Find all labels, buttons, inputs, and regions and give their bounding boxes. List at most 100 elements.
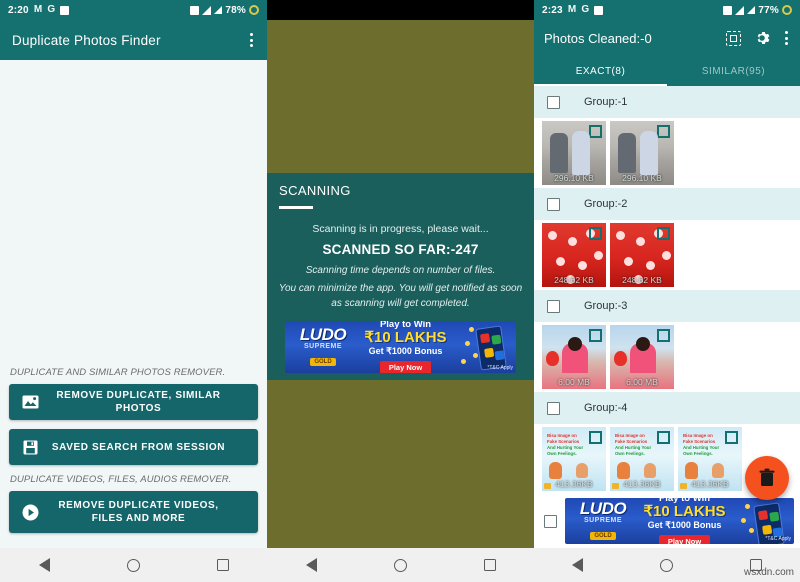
- thumbnail-size: 413.36KB: [555, 479, 593, 489]
- remove-duplicate-videos-button[interactable]: REMOVE DUPLICATE VIDEOS, FILES AND MORE: [9, 491, 258, 533]
- overflow-menu-icon[interactable]: [248, 29, 255, 51]
- group-checkbox[interactable]: [547, 197, 560, 211]
- photo-thumbnail[interactable]: Bisa Image on Fake Scenarios And Hurting…: [542, 427, 606, 491]
- thumbnail-checkbox[interactable]: [589, 329, 602, 342]
- scanning-header: SCANNING: [279, 183, 351, 198]
- balloon-shape: [614, 351, 627, 366]
- ad-line-2: ₹10 LAKHS: [643, 503, 726, 521]
- app-bar-actions: [248, 29, 255, 51]
- play-icon: [19, 501, 41, 523]
- ad-brand-name: LUDO: [299, 325, 347, 344]
- recents-icon[interactable]: [216, 559, 229, 571]
- photos-section-label: DUPLICATE AND SIMILAR PHOTOS REMOVER.: [10, 367, 226, 378]
- remove-duplicate-photos-button[interactable]: REMOVE DUPLICATE, SIMILAR PHOTOS: [9, 384, 258, 420]
- ad-brand-sub: SUPREME: [583, 517, 623, 524]
- group-checkbox[interactable]: [547, 401, 560, 415]
- photo-thumbnail[interactable]: 6.00 MB: [542, 325, 606, 389]
- navigation-bar: [0, 548, 267, 582]
- google-icon: G: [47, 4, 56, 15]
- home-icon[interactable]: [659, 558, 673, 572]
- thumbnail-size: 413.36KB: [623, 479, 661, 489]
- panel-duplicate-photos-finder: 2:20 M G 78% Duplicate Photos Finder DUP…: [0, 0, 267, 582]
- page-title: Duplicate Photos Finder: [12, 32, 161, 48]
- remove-duplicate-videos-label: REMOVE DUPLICATE VIDEOS, FILES AND MORE: [58, 500, 219, 524]
- ad-brand-badge: GOLD: [310, 358, 336, 366]
- thumbnail-checkbox[interactable]: [657, 125, 670, 138]
- ad-row-checkbox[interactable]: [544, 514, 557, 528]
- remove-duplicate-photos-label: REMOVE DUPLICATE, SIMILAR PHOTOS: [56, 390, 221, 414]
- ad-brand-badge: GOLD: [590, 532, 616, 540]
- group-checkbox[interactable]: [547, 299, 560, 313]
- gear-icon[interactable]: [754, 30, 770, 46]
- home-icon[interactable]: [393, 558, 407, 572]
- trash-icon: [759, 468, 775, 486]
- recents-icon[interactable]: [483, 559, 496, 571]
- photo-thumbnail[interactable]: 296.10 KB: [610, 121, 674, 185]
- scanning-card: SCANNING Scanning is in progress, please…: [267, 173, 534, 383]
- signal-icon: [214, 6, 223, 14]
- photo-thumbnail[interactable]: Bisa Image on Fake Scenarios And Hurting…: [610, 427, 674, 491]
- ad-play-now-button[interactable]: Play Now: [658, 534, 711, 544]
- delete-fab-button[interactable]: [745, 456, 789, 500]
- ad-container-list[interactable]: LUDO SUPREME GOLD Play to Win ₹10 LAKHS …: [534, 494, 800, 548]
- save-icon: [19, 436, 41, 458]
- thumbnail-checkbox[interactable]: [589, 125, 602, 138]
- thumbnail-checkbox[interactable]: [657, 431, 670, 444]
- battery-icon: [249, 5, 259, 15]
- tab-exact[interactable]: EXACT(8): [534, 56, 667, 86]
- figure-shape: [576, 463, 588, 478]
- group-label: Group:-2: [584, 198, 628, 210]
- screenshot-root: 2:20 M G 78% Duplicate Photos Finder DUP…: [0, 0, 800, 582]
- thumbnail-checkbox[interactable]: [657, 227, 670, 240]
- ad-art-block: *T&C Apply: [732, 498, 794, 544]
- group-header[interactable]: Group:-2: [534, 188, 800, 220]
- thumbnail-checkbox[interactable]: [589, 431, 602, 444]
- thumbnail-checkbox[interactable]: [589, 227, 602, 240]
- ad-play-now-button[interactable]: Play Now: [379, 360, 432, 373]
- signal-icon: [747, 6, 756, 14]
- photo-thumbnail[interactable]: 296.10 KB: [542, 121, 606, 185]
- group-header[interactable]: Group:-1: [534, 86, 800, 118]
- back-icon[interactable]: [305, 558, 317, 572]
- navigation-bar: [267, 548, 534, 582]
- photo-thumbnail[interactable]: 6.00 MB: [610, 325, 674, 389]
- scanned-so-far-count: SCANNED SO FAR:-247: [322, 242, 479, 257]
- caption-line: Own Feelings.: [547, 450, 577, 456]
- olive-backdrop-top: [267, 20, 534, 173]
- select-all-icon[interactable]: [726, 30, 741, 46]
- scanning-time-note: Scanning time depends on number of files…: [305, 265, 496, 276]
- battery-percent: 78%: [225, 4, 246, 16]
- ludo-ad-banner[interactable]: LUDO SUPREME GOLD Play to Win ₹10 LAKHS …: [285, 321, 516, 373]
- app-bar: Photos Cleaned:-0: [534, 20, 800, 56]
- battery-percent: 77%: [758, 4, 779, 16]
- ad-copy-block: Play to Win ₹10 LAKHS Get ₹1000 Bonus Pl…: [637, 498, 732, 544]
- photo-thumbnail[interactable]: 248.62 KB: [542, 223, 606, 287]
- thumbnail-checkbox[interactable]: [725, 431, 738, 444]
- ludo-ad-banner[interactable]: LUDO SUPREME GOLD Play to Win ₹10 LAKHS …: [565, 498, 794, 544]
- group-header[interactable]: Group:-4: [534, 392, 800, 424]
- back-icon[interactable]: [572, 558, 584, 572]
- overflow-menu-icon[interactable]: [783, 27, 790, 49]
- group-label: Group:-4: [584, 402, 628, 414]
- ad-phone-graphic: [475, 325, 507, 371]
- black-status-bar: [267, 0, 534, 20]
- photo-thumbnail[interactable]: Bisa Image on Fake Scenarios And Hurting…: [678, 427, 742, 491]
- ad-disclaimer: *T&C Apply: [487, 365, 513, 371]
- status-bar-left: 2:23 M G: [542, 4, 604, 16]
- group-checkbox[interactable]: [547, 95, 560, 109]
- back-icon[interactable]: [38, 558, 50, 572]
- ad-line-2: ₹10 LAKHS: [364, 329, 447, 347]
- ad-brand-sub: SUPREME: [303, 343, 343, 350]
- group-header[interactable]: Group:-3: [534, 290, 800, 322]
- saved-search-button[interactable]: SAVED SEARCH FROM SESSION: [9, 429, 258, 465]
- caption-line: Own Feelings.: [615, 450, 645, 456]
- photo-thumbnail[interactable]: 248.62 KB: [610, 223, 674, 287]
- ad-container-scanning[interactable]: LUDO SUPREME GOLD Play to Win ₹10 LAKHS …: [267, 311, 534, 373]
- home-icon[interactable]: [126, 558, 140, 572]
- figure-shape: [617, 462, 630, 479]
- tab-similar[interactable]: SIMILAR(95): [667, 56, 800, 86]
- status-time: 2:23: [542, 4, 563, 16]
- google-icon: G: [581, 4, 590, 15]
- thumbnail-checkbox[interactable]: [657, 329, 670, 342]
- app-bar: Duplicate Photos Finder: [0, 20, 267, 60]
